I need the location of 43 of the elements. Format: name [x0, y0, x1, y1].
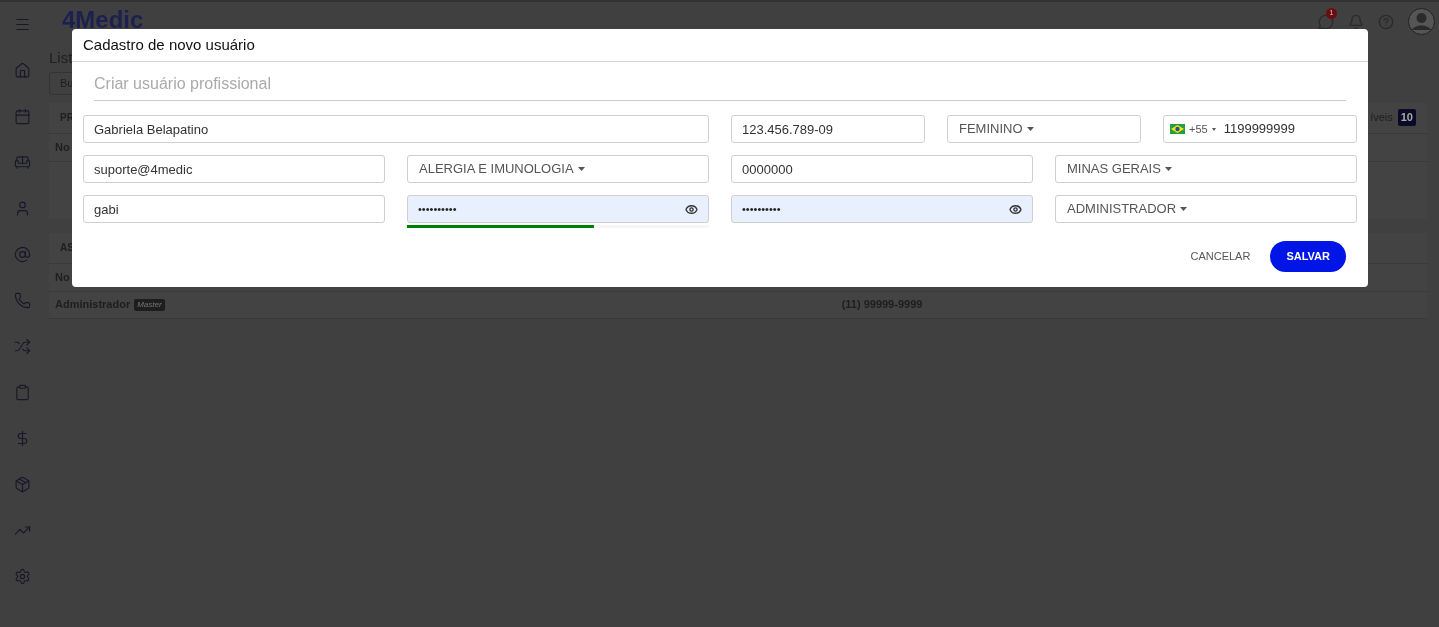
country-code[interactable]: +55	[1189, 120, 1208, 138]
menu-icon[interactable]	[13, 16, 31, 33]
cancel-button[interactable]: CANCELAR	[1188, 241, 1253, 272]
count-badge: 10	[1397, 109, 1416, 126]
password-field[interactable]: ••••••••••	[731, 195, 1033, 223]
select-field[interactable]: FEMININO	[947, 115, 1141, 143]
phone-icon[interactable]	[13, 292, 31, 309]
caret-icon	[1211, 127, 1216, 131]
chat-icon[interactable]	[1318, 13, 1334, 30]
phone-input[interactable]: 1199999999	[1223, 119, 1356, 139]
caret-icon	[1026, 127, 1034, 131]
section-title: Criar usuário profissional	[94, 74, 1346, 101]
text-field[interactable]: Gabriela Belapatino	[83, 115, 709, 143]
save-button[interactable]: SALVAR	[1270, 241, 1346, 272]
phone-field[interactable]: +55 1199999999	[1163, 115, 1357, 143]
text-field[interactable]: 0000000	[731, 155, 1033, 183]
select-field[interactable]: MINAS GERAIS	[1055, 155, 1357, 183]
text-field[interactable]: gabi	[83, 195, 385, 223]
sofa-icon[interactable]	[13, 154, 31, 171]
clipboard-icon[interactable]	[13, 384, 31, 401]
text-field[interactable]: suporte@4medic	[83, 155, 385, 183]
at-sign-icon[interactable]	[13, 246, 31, 263]
show-password-icon[interactable]	[1009, 202, 1022, 216]
caret-icon	[577, 167, 585, 171]
password-input[interactable]: ••••••••••	[418, 200, 685, 218]
calendar-icon[interactable]	[13, 108, 31, 125]
select-field[interactable]: ALERGIA E IMUNOLOGIA	[407, 155, 709, 183]
text-field[interactable]: 123.456.789-09	[731, 115, 925, 143]
show-password-icon[interactable]	[685, 202, 698, 216]
home-icon[interactable]	[13, 62, 31, 79]
password-field[interactable]: ••••••••••	[407, 195, 709, 223]
caret-icon	[1180, 207, 1188, 211]
caret-icon	[1164, 167, 1172, 171]
dialog-title: Cadastro de novo usuário	[83, 34, 255, 55]
flag-icon	[1170, 124, 1185, 134]
role-tag: Master	[134, 298, 165, 311]
bell-icon[interactable]	[1348, 13, 1364, 30]
select-field[interactable]: ADMINISTRADOR	[1055, 195, 1357, 223]
shuffle-icon[interactable]	[13, 338, 31, 355]
avatar-icon[interactable]	[1408, 8, 1435, 35]
settings-icon[interactable]	[13, 568, 31, 585]
package-icon[interactable]	[13, 476, 31, 493]
password-input[interactable]: ••••••••••	[742, 200, 1009, 218]
